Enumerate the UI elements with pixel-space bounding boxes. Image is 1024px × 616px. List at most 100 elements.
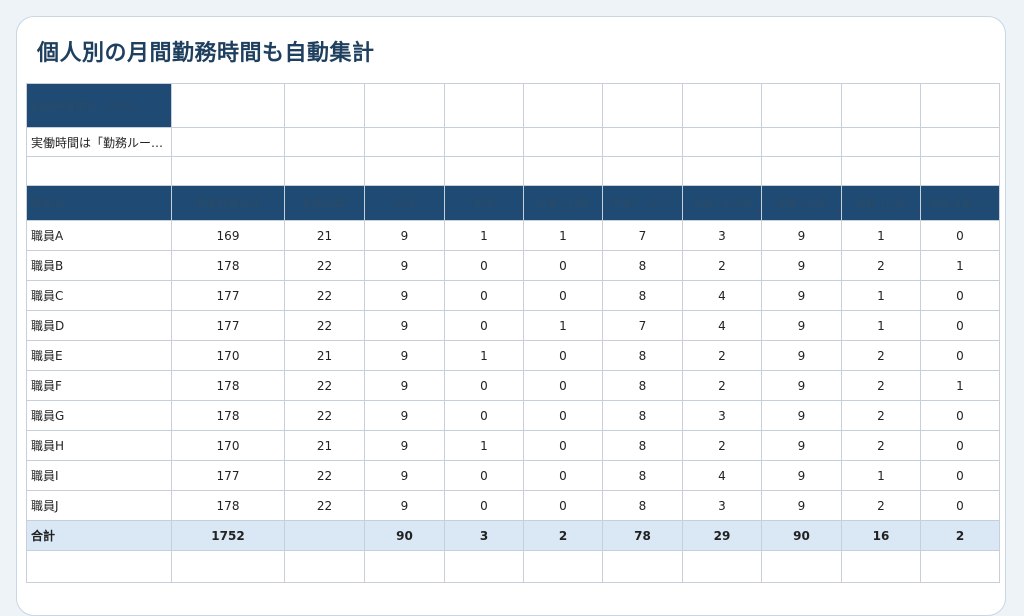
value-cell[interactable]: 4 (682, 280, 762, 311)
staff-name-cell[interactable]: 職員B (26, 250, 172, 281)
value-cell[interactable]: 177 (171, 460, 285, 491)
empty-cell[interactable] (171, 156, 285, 186)
column-header[interactable]: 夜勤 (5)回 (841, 185, 921, 221)
value-cell[interactable]: 0 (444, 310, 524, 341)
value-cell[interactable]: 9 (364, 340, 445, 371)
value-cell[interactable]: 1 (841, 460, 921, 491)
value-cell[interactable]: 1 (841, 280, 921, 311)
empty-cell[interactable] (841, 550, 921, 583)
value-cell[interactable]: 7 (602, 220, 683, 251)
value-cell[interactable]: 0 (523, 400, 603, 431)
value-cell[interactable]: 0 (920, 460, 1000, 491)
value-cell[interactable]: 9 (761, 340, 842, 371)
empty-cell[interactable] (26, 550, 172, 583)
empty-cell[interactable] (523, 127, 603, 157)
value-cell[interactable]: 0 (444, 280, 524, 311)
value-cell[interactable]: 0 (920, 280, 1000, 311)
empty-cell[interactable] (602, 550, 683, 583)
value-cell[interactable]: 9 (364, 250, 445, 281)
total-value-cell[interactable]: 90 (364, 520, 445, 551)
value-cell[interactable]: 22 (284, 400, 365, 431)
value-cell[interactable]: 9 (761, 490, 842, 521)
empty-cell[interactable] (523, 156, 603, 186)
value-cell[interactable]: 9 (761, 280, 842, 311)
value-cell[interactable]: 8 (602, 370, 683, 401)
value-cell[interactable]: 9 (761, 400, 842, 431)
value-cell[interactable]: 8 (602, 490, 683, 521)
value-cell[interactable]: 9 (761, 430, 842, 461)
empty-cell[interactable] (920, 83, 1000, 128)
empty-cell[interactable] (761, 550, 842, 583)
value-cell[interactable]: 3 (682, 490, 762, 521)
value-cell[interactable]: 0 (444, 370, 524, 401)
column-header[interactable]: 早番 (1)回 (523, 185, 603, 221)
value-cell[interactable]: 0 (444, 460, 524, 491)
value-cell[interactable]: 0 (444, 250, 524, 281)
value-cell[interactable]: 8 (602, 250, 683, 281)
staff-name-cell[interactable]: 職員H (26, 430, 172, 461)
empty-cell[interactable] (761, 156, 842, 186)
value-cell[interactable]: 1 (444, 430, 524, 461)
value-cell[interactable]: 2 (841, 370, 921, 401)
value-cell[interactable]: 0 (444, 400, 524, 431)
value-cell[interactable]: 1 (523, 220, 603, 251)
value-cell[interactable]: 9 (364, 430, 445, 461)
empty-cell[interactable] (364, 83, 445, 128)
value-cell[interactable]: 9 (364, 280, 445, 311)
value-cell[interactable]: 0 (920, 340, 1000, 371)
value-cell[interactable]: 8 (602, 460, 683, 491)
value-cell[interactable]: 8 (602, 280, 683, 311)
staff-name-cell[interactable]: 職員D (26, 310, 172, 341)
value-cell[interactable]: 178 (171, 400, 285, 431)
staff-name-cell[interactable]: 職員J (26, 490, 172, 521)
empty-cell[interactable] (920, 156, 1000, 186)
total-value-cell[interactable] (284, 520, 365, 551)
empty-cell[interactable] (444, 83, 524, 128)
value-cell[interactable]: 9 (761, 370, 842, 401)
value-cell[interactable]: 1 (841, 310, 921, 341)
value-cell[interactable]: 0 (920, 400, 1000, 431)
empty-cell[interactable] (171, 83, 285, 128)
staff-name-cell[interactable]: 職員E (26, 340, 172, 371)
value-cell[interactable]: 8 (602, 430, 683, 461)
note-cell[interactable]: 実働時間は「勤務ルー… (26, 127, 172, 157)
empty-cell[interactable] (841, 83, 921, 128)
column-header[interactable]: 公休 (364, 185, 445, 221)
empty-cell[interactable] (444, 127, 524, 157)
value-cell[interactable]: 9 (364, 460, 445, 491)
value-cell[interactable]: 177 (171, 280, 285, 311)
empty-cell[interactable] (682, 83, 762, 128)
value-cell[interactable]: 2 (682, 430, 762, 461)
value-cell[interactable]: 2 (841, 490, 921, 521)
staff-name-cell[interactable]: 職員A (26, 220, 172, 251)
empty-cell[interactable] (841, 156, 921, 186)
value-cell[interactable]: 21 (284, 430, 365, 461)
value-cell[interactable]: 0 (523, 370, 603, 401)
empty-cell[interactable] (444, 550, 524, 583)
empty-cell[interactable] (682, 156, 762, 186)
value-cell[interactable]: 4 (682, 460, 762, 491)
value-cell[interactable]: 9 (364, 310, 445, 341)
value-cell[interactable]: 1 (444, 220, 524, 251)
empty-cell[interactable] (364, 127, 445, 157)
staff-name-cell[interactable]: 職員I (26, 460, 172, 491)
value-cell[interactable]: 178 (171, 370, 285, 401)
value-cell[interactable]: 178 (171, 250, 285, 281)
value-cell[interactable]: 9 (761, 250, 842, 281)
value-cell[interactable]: 0 (920, 220, 1000, 251)
value-cell[interactable]: 169 (171, 220, 285, 251)
value-cell[interactable]: 3 (682, 220, 762, 251)
column-header[interactable]: 遅番 (4)回 (761, 185, 842, 221)
value-cell[interactable]: 0 (444, 490, 524, 521)
value-cell[interactable]: 22 (284, 250, 365, 281)
column-header[interactable]: 職員名 (26, 185, 172, 221)
empty-cell[interactable] (364, 550, 445, 583)
value-cell[interactable]: 1 (444, 340, 524, 371)
value-cell[interactable]: 0 (523, 280, 603, 311)
empty-cell[interactable] (602, 127, 683, 157)
empty-cell[interactable] (761, 127, 842, 157)
total-value-cell[interactable]: 90 (761, 520, 842, 551)
value-cell[interactable]: 0 (523, 340, 603, 371)
value-cell[interactable]: 8 (602, 340, 683, 371)
value-cell[interactable]: 9 (761, 220, 842, 251)
